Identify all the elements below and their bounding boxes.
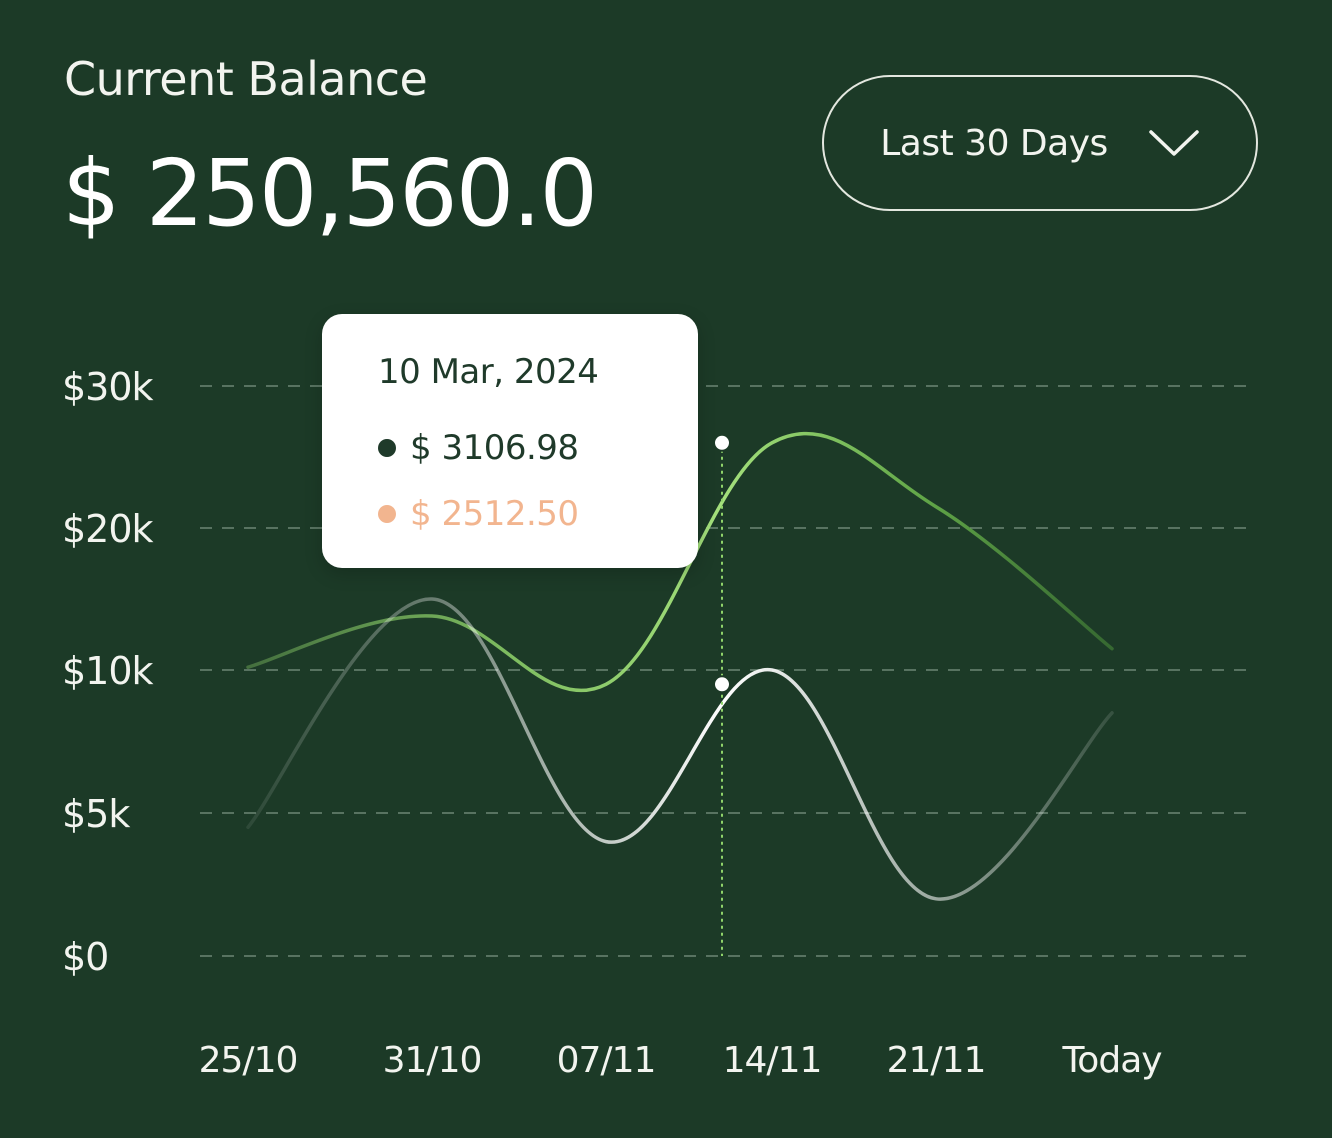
x-tick-label: 25/10 (199, 1040, 298, 1081)
y-tick-label: $20k (62, 507, 154, 551)
series-dot-icon (378, 505, 396, 523)
tooltip-date: 10 Mar, 2024 (378, 352, 599, 392)
highlight-point[interactable] (713, 675, 731, 694)
x-tick-label: 14/11 (723, 1040, 822, 1081)
data-tooltip: 10 Mar, 2024 $ 3106.98 $ 2512.50 (322, 314, 698, 568)
tooltip-value-secondary: $ 2512.50 (410, 494, 579, 534)
y-tick-label: $5k (62, 792, 130, 836)
x-tick-label: Today (1061, 1040, 1162, 1081)
tooltip-value-primary: $ 3106.98 (410, 428, 579, 468)
series-line (246, 597, 1114, 901)
y-tick-label: $30k (62, 365, 154, 409)
series-dot-icon (378, 439, 396, 457)
tooltip-row-primary: $ 3106.98 (378, 428, 579, 468)
y-tick-label: $0 (62, 935, 108, 979)
balance-card: Current Balance $ 250,560.0 Last 30 Days (0, 0, 1332, 1138)
x-tick-label: 21/11 (887, 1040, 986, 1081)
y-tick-label: $10k (62, 649, 154, 693)
balance-line-chart[interactable]: $0 $5k $10k $20k $30k 25/10 31/10 07/11 14/11 21… (0, 0, 1332, 1138)
highlight-point[interactable] (713, 433, 731, 452)
tooltip-row-secondary: $ 2512.50 (378, 494, 579, 534)
x-tick-label: 31/10 (383, 1040, 482, 1081)
x-tick-label: 07/11 (557, 1040, 656, 1081)
